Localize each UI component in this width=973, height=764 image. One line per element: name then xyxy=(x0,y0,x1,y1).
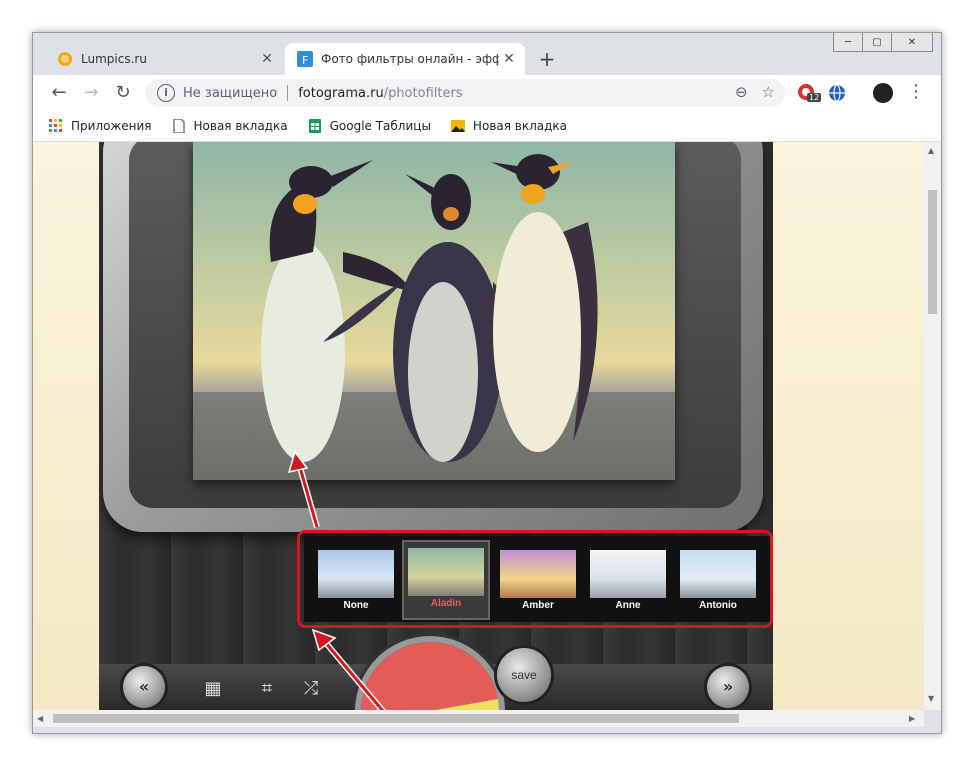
close-window-button[interactable]: ✕ xyxy=(891,33,933,52)
horizontal-scrollbar[interactable]: ◀ ▶ xyxy=(33,710,924,727)
profile-avatar[interactable] xyxy=(873,83,893,103)
vertical-scroll-thumb[interactable] xyxy=(928,190,937,314)
sheets-icon xyxy=(308,119,321,133)
vertical-scrollbar[interactable]: ▲ ▼ xyxy=(924,142,941,710)
tab-lumpics[interactable]: Lumpics.ru ✕ xyxy=(45,43,283,75)
menu-icon[interactable]: ⋮ xyxy=(907,81,925,102)
horizontal-scroll-thumb[interactable] xyxy=(53,714,739,723)
window-controls: ─ ▢ ✕ xyxy=(833,33,933,52)
info-icon[interactable]: i xyxy=(157,84,175,102)
tab-strip: Lumpics.ru ✕ F Фото фильтры онлайн - эфф… xyxy=(33,33,941,75)
bookmark-star-icon[interactable]: ☆ xyxy=(762,83,775,101)
tab-close-icon[interactable]: ✕ xyxy=(257,51,277,67)
bookmark-label: Приложения xyxy=(71,119,152,133)
bookmark-apps[interactable]: Приложения xyxy=(49,119,152,133)
forward-button[interactable]: → xyxy=(79,81,103,105)
bookmark-new-tab[interactable]: Новая вкладка xyxy=(172,119,288,133)
annotation-arrows xyxy=(287,450,387,710)
scroll-down-icon[interactable]: ▼ xyxy=(928,694,934,703)
orange-favicon-icon xyxy=(58,52,72,66)
image-icon xyxy=(450,120,465,132)
bookmark-label: Google Таблицы xyxy=(329,119,431,133)
new-tab-button[interactable]: + xyxy=(535,47,559,71)
page-icon xyxy=(172,119,185,133)
extension-badge: 12 xyxy=(807,93,822,102)
maximize-button[interactable]: ▢ xyxy=(862,33,892,52)
browser-window: Lumpics.ru ✕ F Фото фильтры онлайн - эфф… xyxy=(32,32,942,734)
minimize-button[interactable]: ─ xyxy=(833,33,863,52)
bookmark-new-tab-2[interactable]: Новая вкладка xyxy=(450,119,567,133)
page-content: None Aladin Amber Anne Antonio « ▦ ⌗ ⤮ s… xyxy=(33,142,924,710)
tab-close-icon[interactable]: ✕ xyxy=(499,51,519,67)
bookmark-label: Новая вкладка xyxy=(472,119,567,133)
url-path: /photofilters xyxy=(383,85,463,101)
vpn-extension-icon[interactable] xyxy=(827,83,847,103)
photo-filter-app: None Aladin Amber Anne Antonio « ▦ ⌗ ⤮ s… xyxy=(99,142,773,710)
bookmark-google-sheets[interactable]: Google Таблицы xyxy=(308,119,431,133)
url-host: fotograma.ru xyxy=(298,85,384,101)
address-bar[interactable]: i Не защищено fotograma.ru/photofilters … xyxy=(145,79,785,107)
back-button[interactable]: ← xyxy=(47,81,71,105)
tab-title: Фото фильтры онлайн - эффект xyxy=(321,52,499,66)
bookmark-label: Новая вкладка xyxy=(193,119,288,133)
bookmarks-bar: Приложения Новая вкладка Google Таблицы … xyxy=(33,111,941,142)
divider xyxy=(287,85,289,101)
opera-extension-icon[interactable]: 12 xyxy=(797,83,822,103)
globe-icon xyxy=(829,84,845,102)
fotograma-favicon-icon: F xyxy=(297,51,313,67)
scroll-left-icon[interactable]: ◀ xyxy=(37,714,43,723)
security-label: Не защищено xyxy=(183,85,278,101)
zoom-icon[interactable]: ⊖ xyxy=(735,83,748,101)
svg-text:F: F xyxy=(302,54,308,67)
tab-title: Lumpics.ru xyxy=(81,52,147,66)
reload-button[interactable]: ↻ xyxy=(111,81,135,105)
omnibox-actions: ⊖ ☆ xyxy=(735,83,775,101)
scroll-up-icon[interactable]: ▲ xyxy=(928,146,934,155)
scroll-right-icon[interactable]: ▶ xyxy=(909,714,915,723)
apps-grid-icon xyxy=(49,119,62,132)
tab-fotograma[interactable]: F Фото фильтры онлайн - эффект ✕ xyxy=(285,43,525,75)
toolbar: ← → ↻ i Не защищено fotograma.ru/photofi… xyxy=(33,75,941,111)
